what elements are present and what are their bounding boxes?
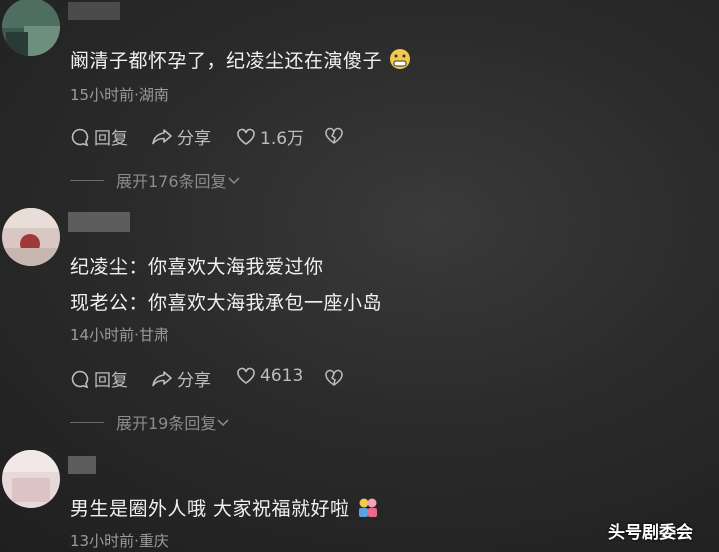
comment-meta: 15小时前·湖南 <box>70 86 169 104</box>
watermark: 头号剧委会 <box>608 523 693 543</box>
share-button[interactable]: 分享 <box>151 366 211 391</box>
share-button[interactable]: 分享 <box>151 124 211 149</box>
heart-icon <box>237 367 255 384</box>
couple-emoji <box>356 496 380 523</box>
share-arrow-icon <box>152 128 172 144</box>
expand-replies[interactable]: 展开19条回复 <box>70 410 230 434</box>
divider <box>70 179 104 181</box>
comment-text: 纪凌尘：你喜欢大海我爱过你 <box>70 256 324 278</box>
avatar[interactable] <box>2 450 60 508</box>
comment-meta: 14小时前·甘肃 <box>70 326 169 344</box>
broken-heart-icon <box>325 127 343 144</box>
comment-meta: 13小时前·重庆 <box>70 532 169 550</box>
comment-text: 男生是圈外人哦 大家祝福就好啦 <box>70 494 380 523</box>
avatar[interactable] <box>2 0 60 56</box>
grimace-emoji <box>388 48 412 75</box>
like-button[interactable]: 4613 <box>236 366 303 386</box>
like-button[interactable]: 1.6万 <box>236 124 304 149</box>
avatar[interactable] <box>2 208 60 266</box>
reply-button[interactable]: 回复 <box>70 124 128 149</box>
share-arrow-icon <box>152 370 172 386</box>
dislike-button[interactable] <box>324 127 344 149</box>
comment-text: 现老公：你喜欢大海我承包一座小岛 <box>70 292 383 314</box>
heart-icon <box>237 128 255 145</box>
divider <box>70 421 104 423</box>
comment-bubble-icon <box>71 370 89 388</box>
comment-bubble-icon <box>71 128 89 146</box>
username-blurred <box>68 2 120 20</box>
username-blurred <box>68 456 96 474</box>
expand-replies[interactable]: 展开176条回复 <box>70 168 241 192</box>
chevron-down-icon <box>217 419 229 427</box>
comment-text: 阚清子都怀孕了，纪凌尘还在演傻子 <box>70 46 412 75</box>
username-blurred <box>68 212 130 232</box>
chevron-down-icon <box>228 177 240 185</box>
reply-button[interactable]: 回复 <box>70 366 128 391</box>
dislike-button[interactable] <box>324 369 344 391</box>
broken-heart-icon <box>325 369 343 386</box>
